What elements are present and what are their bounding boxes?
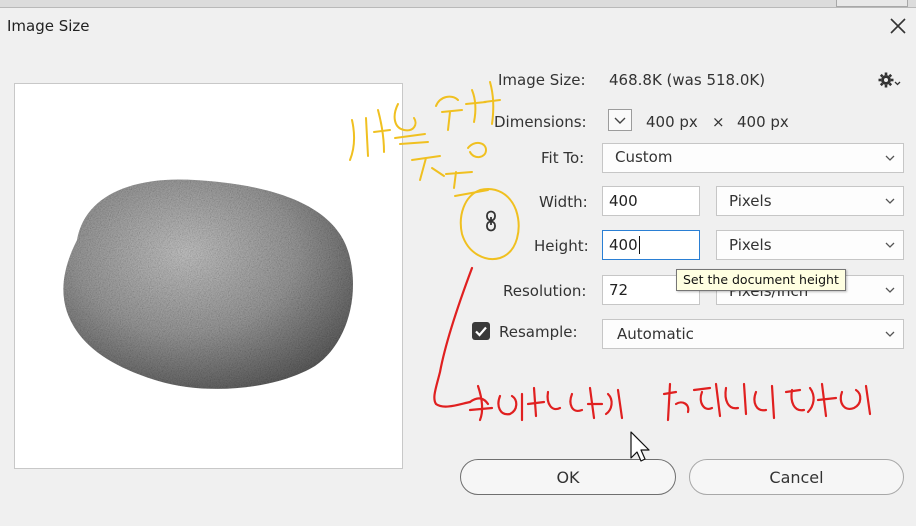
title-bar: Image Size [0, 8, 916, 46]
close-icon [890, 18, 906, 34]
constrain-proportions-toggle[interactable] [484, 210, 498, 232]
dimensions-dropdown[interactable] [608, 109, 632, 131]
dimensions-width-value: 400 px [646, 113, 698, 131]
chevron-down-icon [885, 155, 895, 161]
dimensions-label: Dimensions: [494, 113, 587, 131]
chain-link-icon [486, 210, 496, 232]
cancel-button[interactable]: Cancel [689, 459, 904, 495]
height-tooltip: Set the document height [676, 269, 846, 291]
height-label: Height: [534, 237, 589, 255]
dialog-title: Image Size [7, 17, 90, 35]
window-edge-button [836, 0, 908, 7]
image-size-value: 468.8K (was 518.0K) [609, 71, 766, 89]
checkmark-icon [475, 326, 487, 337]
gear-icon [878, 72, 901, 88]
width-input[interactable] [602, 186, 700, 216]
resample-checkbox[interactable] [472, 322, 490, 340]
width-unit-select[interactable]: Pixels [716, 186, 904, 216]
fit-to-value: Custom [615, 148, 673, 166]
close-button[interactable] [886, 14, 910, 38]
image-size-label: Image Size: [498, 71, 586, 89]
height-input[interactable] [602, 230, 700, 260]
dimensions-height-value: 400 px [737, 113, 789, 131]
width-label: Width: [539, 193, 588, 211]
chevron-down-icon [885, 287, 895, 293]
ok-button[interactable]: OK [460, 459, 676, 495]
fit-to-label: Fit To: [541, 149, 585, 167]
resample-label: Resample: [499, 323, 578, 341]
height-unit-select[interactable]: Pixels [716, 230, 904, 260]
chevron-down-icon [885, 198, 895, 204]
chevron-down-icon [614, 117, 626, 124]
text-caret [639, 236, 640, 254]
fit-to-select[interactable]: Custom [602, 143, 904, 173]
height-unit-value: Pixels [729, 236, 772, 254]
resample-value: Automatic [617, 325, 694, 343]
chevron-down-icon [885, 242, 895, 248]
top-strip [0, 0, 916, 8]
dialog-body: Image Size: 468.8K (was 518.0K) Dimensio… [0, 47, 916, 526]
settings-button[interactable] [877, 70, 901, 90]
dimensions-separator: × [712, 113, 725, 131]
image-preview[interactable] [14, 83, 403, 469]
stone-image [63, 179, 354, 389]
resample-select[interactable]: Automatic [602, 319, 904, 349]
resolution-label: Resolution: [503, 282, 587, 300]
width-unit-value: Pixels [729, 192, 772, 210]
chevron-down-icon [885, 331, 895, 337]
